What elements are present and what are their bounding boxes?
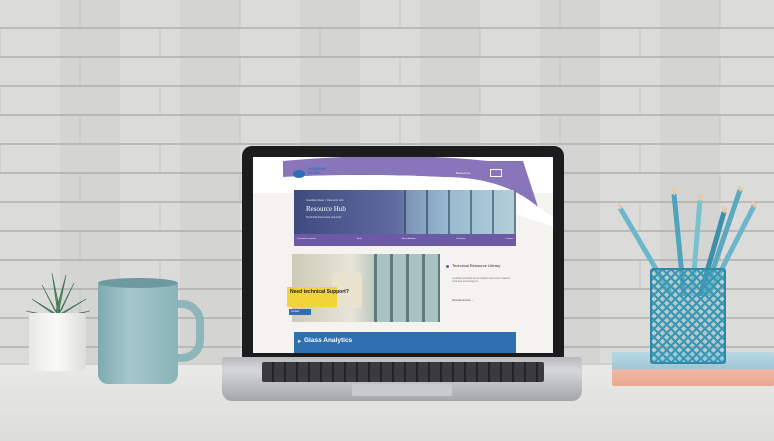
section-nav-item[interactable]: Contact — [505, 238, 513, 240]
glass-analytics-label: Glass Analytics — [304, 337, 353, 344]
section-nav-item[interactable]: Literature — [456, 238, 465, 240]
nav-link-resources[interactable]: Resources — [456, 171, 470, 175]
card-title: Technical Resource Library — [452, 263, 501, 268]
card-link[interactable]: View Resources → — [452, 299, 474, 302]
laptop-keyboard — [262, 362, 544, 382]
laptop-screen: GUARDIAN GLASS Resources Guardian Glass … — [253, 157, 553, 353]
promo-button-label: Contact — [291, 310, 300, 313]
photo-window — [374, 254, 440, 322]
chevron-right-icon: ▸ — [298, 338, 302, 345]
section-nav-item[interactable]: Glass Analytics — [401, 238, 416, 240]
site-logo[interactable]: GUARDIAN GLASS — [308, 167, 326, 175]
plant-pot — [29, 313, 86, 371]
mug-rim — [98, 278, 178, 288]
laptop-trackpad — [352, 384, 452, 396]
page-subtitle: Technical documents and tools — [306, 216, 342, 219]
menu-button[interactable] — [490, 169, 502, 177]
coffee-mug — [98, 282, 178, 384]
mesh-pencil-cup — [650, 268, 726, 364]
breadcrumb[interactable]: Guardian Glass > Resource Hub — [306, 199, 344, 202]
card-body: Guardian technical documentation and pro… — [452, 277, 511, 284]
logo-mark-icon[interactable] — [293, 170, 305, 178]
page-title: Resource Hub — [306, 205, 346, 213]
section-nav-item[interactable]: Tools — [356, 238, 361, 240]
section-nav-strip — [294, 234, 516, 246]
logo-line-2: GLASS — [308, 170, 320, 175]
section-nav: Technical resources Tools Glass Analytic… — [297, 238, 513, 240]
section-nav-item[interactable]: Technical resources — [297, 238, 316, 240]
bullet-icon — [446, 265, 449, 268]
desk-scene: GUARDIAN GLASS Resources Guardian Glass … — [0, 0, 774, 441]
promo-badge-text: Need technical Support? — [290, 289, 349, 295]
